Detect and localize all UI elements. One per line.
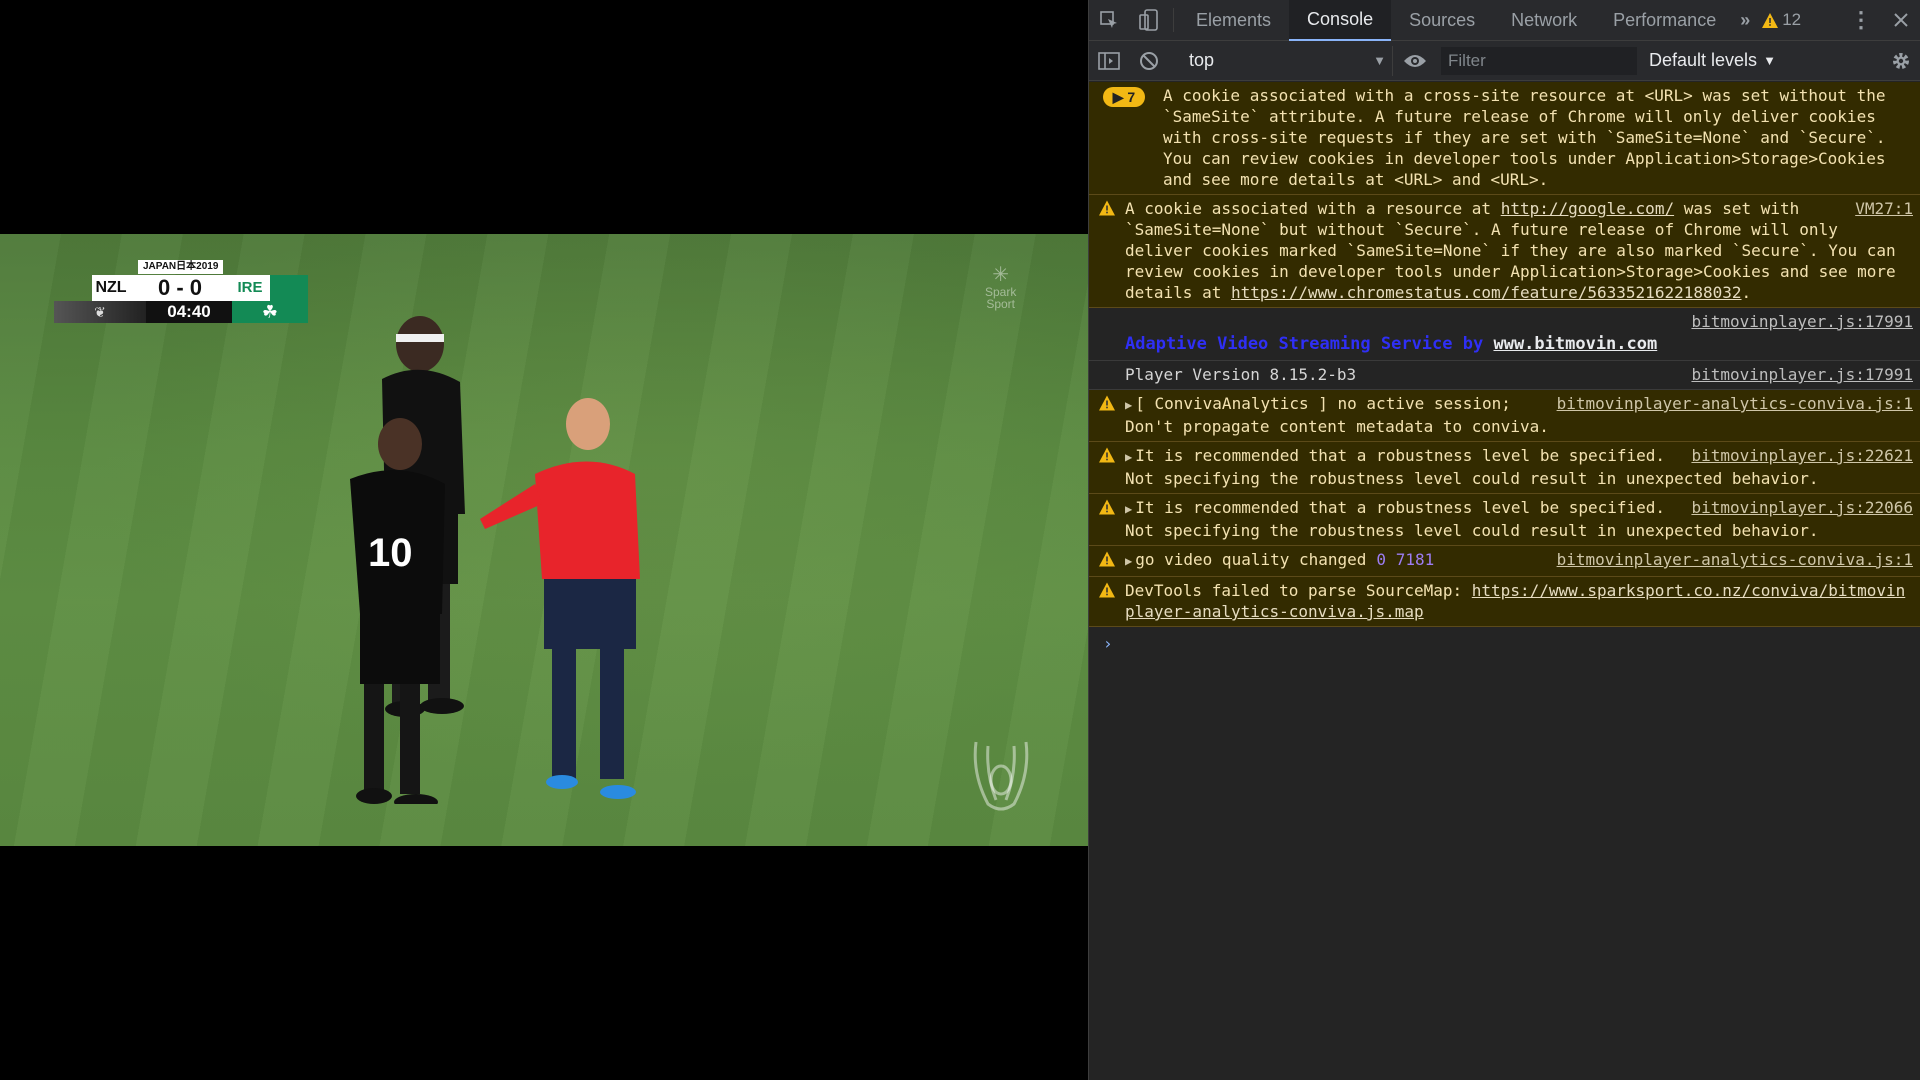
score: 0 - 0	[130, 275, 230, 301]
eye-icon[interactable]	[1393, 53, 1437, 69]
tab-network[interactable]: Network	[1493, 0, 1595, 41]
warning-count: 12	[1782, 10, 1802, 29]
console-prompt[interactable]: ›	[1089, 627, 1920, 654]
log-levels-dropdown[interactable]: Default levels ▼	[1649, 50, 1776, 71]
match-clock: 04:40	[146, 301, 232, 323]
close-icon[interactable]	[1881, 0, 1920, 41]
bitmovin-link[interactable]: www.bitmovin.com	[1493, 334, 1657, 354]
context-selector[interactable]: top ▼	[1183, 45, 1393, 76]
away-team: IRE	[230, 275, 270, 301]
console-output: ▶ 7 A cookie associated with a cross-sit…	[1089, 82, 1920, 1080]
context-value: top	[1189, 50, 1215, 70]
tab-divider	[1173, 8, 1174, 32]
warning-icon	[1762, 12, 1779, 28]
source-link[interactable]: bitmovinplayer.js:17991	[1691, 311, 1913, 332]
warning-icon	[1099, 447, 1115, 463]
devtools-tabbar: Elements Console Sources Network Perform…	[1089, 0, 1920, 41]
inspect-element-icon[interactable]	[1089, 0, 1129, 41]
repeat-count-badge: ▶ 7	[1103, 87, 1145, 107]
gear-icon[interactable]	[1881, 51, 1920, 71]
prompt-chevron-icon: ›	[1103, 634, 1113, 653]
home-team: NZL	[92, 275, 130, 301]
expand-triangle-icon[interactable]: ▶	[1125, 554, 1132, 568]
sidebar-toggle-icon[interactable]	[1089, 40, 1129, 81]
levels-chevron-icon: ▼	[1763, 53, 1776, 68]
scoreboard: JAPAN日本2019 NZL 0 - 0 IRE ❦ 04:40 ☘	[54, 260, 308, 323]
expand-triangle-icon[interactable]: ▶	[1125, 398, 1132, 412]
expand-triangle-icon[interactable]: ▶	[1125, 502, 1132, 516]
chevron-down-icon: ▼	[1373, 53, 1386, 68]
device-toolbar-icon[interactable]	[1129, 0, 1169, 41]
console-message-warning[interactable]: VM27:1 A cookie associated with a resour…	[1089, 195, 1920, 308]
shamrock-icon: ☘	[232, 301, 308, 323]
console-message-log[interactable]: bitmovinplayer.js:17991 Adaptive Video S…	[1089, 308, 1920, 361]
message-text-part: A cookie associated with a resource at	[1125, 199, 1501, 218]
rugby-world-cup-logo	[973, 741, 1029, 811]
source-link[interactable]: VM27:1	[1855, 198, 1913, 219]
devtools-panel: Elements Console Sources Network Perform…	[1088, 0, 1920, 1080]
filter-input[interactable]	[1441, 46, 1637, 75]
source-link[interactable]: bitmovinplayer-analytics-conviva.js:1	[1557, 393, 1913, 414]
tab-sources[interactable]: Sources	[1391, 0, 1493, 41]
video-frame[interactable]: JAPAN日本2019 NZL 0 - 0 IRE ❦ 04:40 ☘ ✳ Sp…	[0, 234, 1088, 846]
source-link[interactable]: bitmovinplayer.js:22066	[1691, 497, 1913, 518]
video-player[interactable]: JAPAN日本2019 NZL 0 - 0 IRE ❦ 04:40 ☘ ✳ Sp…	[0, 0, 1088, 1080]
spark-sport-logo: ✳ Spark Sport	[985, 264, 1016, 310]
console-message-warning[interactable]: DevTools failed to parse SourceMap: http…	[1089, 577, 1920, 627]
console-message-grouped-warning[interactable]: ▶ 7 A cookie associated with a cross-sit…	[1089, 82, 1920, 195]
source-link[interactable]: bitmovinplayer.js:17991	[1691, 364, 1913, 385]
warning-icon	[1099, 499, 1115, 515]
expand-triangle-icon[interactable]: ▶	[1125, 450, 1132, 464]
source-link[interactable]: bitmovinplayer-analytics-conviva.js:1	[1557, 549, 1913, 570]
scoreboard-top: NZL 0 - 0 IRE	[92, 275, 308, 301]
google-link[interactable]: http://google.com/	[1501, 199, 1674, 218]
referee	[480, 398, 640, 799]
tab-console[interactable]: Console	[1289, 0, 1392, 41]
devtools-window-controls: ⋮	[1841, 0, 1920, 41]
warning-icon	[1099, 395, 1115, 411]
scoreboard-bottom: ❦ 04:40 ☘	[54, 301, 308, 323]
levels-label: Default levels	[1649, 50, 1758, 70]
ire-badge	[270, 275, 308, 301]
message-text: DevTools failed to parse SourceMap:	[1125, 581, 1472, 600]
message-text: go video quality changed	[1135, 550, 1367, 569]
message-text: [ ConvivaAnalytics ] no active session; …	[1125, 394, 1549, 436]
console-message-warning[interactable]: bitmovinplayer.js:22066 ▶ It is recommend…	[1089, 494, 1920, 546]
console-message-warning[interactable]: bitmovinplayer-analytics-conviva.js:1 ▶ g…	[1089, 546, 1920, 577]
silver-fern-icon: ❦	[54, 301, 146, 323]
message-text-part: .	[1741, 283, 1752, 302]
message-text: Player Version 8.15.2-b3	[1125, 365, 1357, 384]
players-and-referee: 10	[350, 316, 640, 804]
warnings-counter[interactable]: 12	[1762, 10, 1801, 30]
tab-performance[interactable]: Performance	[1595, 0, 1734, 41]
clear-console-icon[interactable]	[1129, 40, 1169, 81]
chromestatus-link[interactable]: https://www.chromestatus.com/feature/563…	[1231, 283, 1742, 302]
message-values: 0 7181	[1376, 550, 1435, 569]
jersey-number: 10	[368, 531, 413, 575]
source-link[interactable]: bitmovinplayer.js:22621	[1691, 445, 1913, 466]
console-message-warning[interactable]: bitmovinplayer-analytics-conviva.js:1 ▶[…	[1089, 390, 1920, 442]
tournament-label: JAPAN日本2019	[138, 260, 224, 274]
warning-icon	[1099, 551, 1115, 567]
spark-star-icon: ✳	[992, 264, 1010, 286]
warning-icon	[1099, 582, 1115, 598]
broadcaster-line-2: Sport	[986, 297, 1016, 311]
console-message-log[interactable]: bitmovinplayer.js:17991 Player Version 8…	[1089, 361, 1920, 390]
message-text: Adaptive Video Streaming Service by	[1125, 334, 1494, 354]
tab-elements[interactable]: Elements	[1178, 0, 1289, 41]
more-tabs-button[interactable]: »	[1734, 10, 1756, 31]
kebab-menu-icon[interactable]: ⋮	[1841, 0, 1881, 41]
bitmovin-banner: Adaptive Video Streaming Service by www.…	[1125, 332, 1913, 356]
console-toolbar: top ▼ Default levels ▼	[1089, 41, 1920, 81]
message-text: A cookie associated with a cross-site re…	[1163, 86, 1886, 189]
warning-icon	[1099, 200, 1115, 216]
console-message-warning[interactable]: bitmovinplayer.js:22621 ▶ It is recommend…	[1089, 442, 1920, 494]
